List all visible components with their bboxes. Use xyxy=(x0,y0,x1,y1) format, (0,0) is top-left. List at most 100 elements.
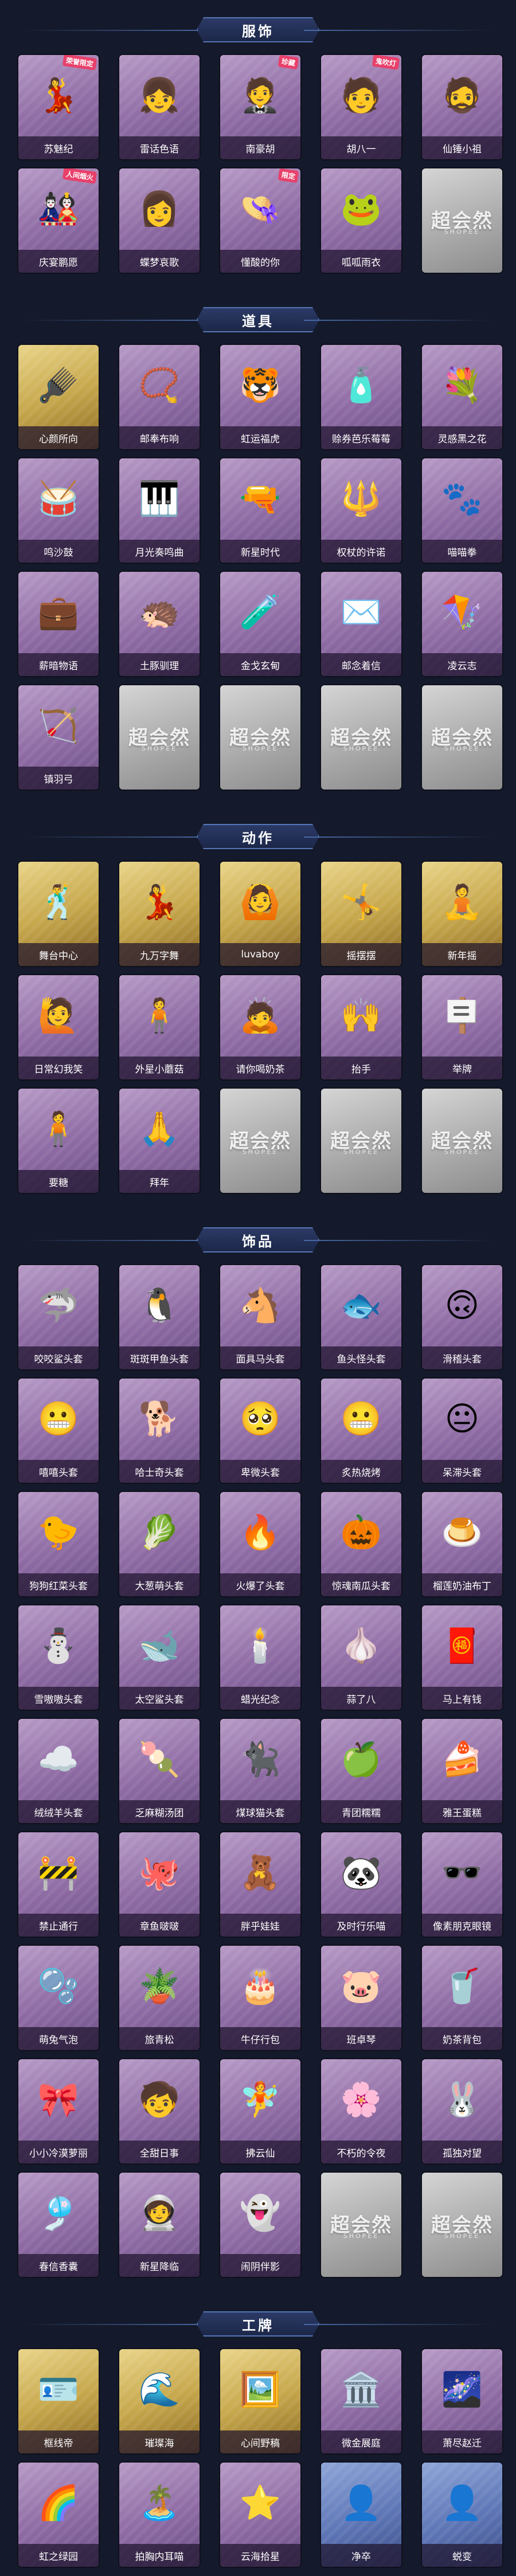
item-card[interactable]: 🪪 框线帝 xyxy=(18,2349,99,2453)
item-card[interactable]: 🥤 奶茶背包 xyxy=(422,1946,502,2050)
item-card[interactable]: 🧑‍🚀 新星降临 xyxy=(119,2173,200,2277)
item-card[interactable]: 🧸 胖乎娃娃 xyxy=(220,1832,300,1937)
item-card[interactable]: 🐟 鱼头怪头套 xyxy=(321,1265,401,1369)
item-card[interactable]: ⛄ 雪嗷嗷头套 xyxy=(18,1605,99,1710)
item-card[interactable]: 🐋 太空鲨头套 xyxy=(119,1605,200,1710)
item-card[interactable]: 🐤 狗狗红菜头套 xyxy=(18,1492,99,1596)
placeholder-card[interactable]: 超会然 SHOPEE xyxy=(321,2173,401,2277)
placeholder-card[interactable]: 超会然 SHOPEE xyxy=(422,168,502,273)
item-card[interactable]: 🫧 萌兔气泡 xyxy=(18,1946,99,2050)
item-card[interactable]: 📿 邮奉布响 xyxy=(119,345,200,449)
item-card[interactable]: ⭐ 云海拾星 xyxy=(220,2463,300,2567)
item-card[interactable]: 👩 蝶梦哀歌 xyxy=(119,168,200,273)
item-card[interactable]: 🪧 举牌 xyxy=(422,975,502,1079)
item-card[interactable]: 🧧 马上有钱 xyxy=(422,1605,502,1710)
placeholder-card[interactable]: 超会然 SHOPEE xyxy=(119,685,200,790)
placeholder-card[interactable]: 超会然 SHOPEE xyxy=(321,685,401,790)
item-card[interactable]: 🧚 拂云仙 xyxy=(220,2059,300,2163)
item-card[interactable]: 🎎 人间烟火 庆宴鹏愿 xyxy=(18,168,99,273)
item-card[interactable]: 🤸 摇摆摆 xyxy=(321,862,401,966)
item-card[interactable]: 👧 雷话色语 xyxy=(119,55,200,159)
item-card[interactable]: 🥬 大葱萌头套 xyxy=(119,1492,200,1596)
item-card[interactable]: 🎐 春信香囊 xyxy=(18,2173,99,2277)
item-card[interactable]: 🧒 全甜日事 xyxy=(119,2059,200,2163)
placeholder-card[interactable]: 超会然 SHOPEE xyxy=(321,1089,401,1193)
placeholder-card[interactable]: 超会然 SHOPEE xyxy=(422,2173,502,2277)
placeholder-card[interactable]: 超会然 SHOPEE xyxy=(220,1089,300,1193)
item-card[interactable]: 🪮 心颜所向 xyxy=(18,345,99,449)
item-card[interactable]: 🐕 哈士奇头套 xyxy=(119,1379,200,1483)
item-card[interactable]: 🪁 凌云志 xyxy=(422,572,502,676)
item-card[interactable]: 🧑 鬼吹灯 胡八一 xyxy=(321,55,401,159)
item-card[interactable]: 🧘 新年摇 xyxy=(422,862,502,966)
item-card[interactable]: 🐰 孤独对望 xyxy=(422,2059,502,2163)
item-card[interactable]: 🎀 小小冷漠萝丽 xyxy=(18,2059,99,2163)
item-card[interactable]: 🍰 雅王蛋糕 xyxy=(422,1719,502,1823)
item-card[interactable]: 🏹 镇羽弓 xyxy=(18,685,99,790)
item-card[interactable]: 🧍 外星小蘑菇 xyxy=(119,975,200,1079)
item-card[interactable]: 🧔 仙锤小祖 xyxy=(422,55,502,159)
item-card[interactable]: 🚧 禁止通行 xyxy=(18,1832,99,1937)
item-card[interactable]: 🌸 不朽的令夜 xyxy=(321,2059,401,2163)
item-card[interactable]: 🕺 舞台中心 xyxy=(18,862,99,966)
item-card[interactable]: 🐼 及时行乐喵 xyxy=(321,1832,401,1937)
item-card[interactable]: 🐈‍⬛ 煤球猫头套 xyxy=(220,1719,300,1823)
item-card[interactable]: 🎹 月光奏鸣曲 xyxy=(119,458,200,563)
item-card[interactable]: 🕶️ 像素朋克眼镜 xyxy=(422,1832,502,1937)
placeholder-card[interactable]: 超会然 SHOPEE xyxy=(220,685,300,790)
item-card[interactable]: 🌌 萧尽赵迁 xyxy=(422,2349,502,2453)
item-card[interactable]: 🤵 珍藏 南豪胡 xyxy=(220,55,300,159)
item-card[interactable]: 🐷 班卓琴 xyxy=(321,1946,401,2050)
item-card[interactable]: 👻 闹阴伴影 xyxy=(220,2173,300,2277)
item-card[interactable]: 🏝️ 拍胸内耳喵 xyxy=(119,2463,200,2567)
item-card[interactable]: 😐 呆滞头套 xyxy=(422,1379,502,1483)
item-card[interactable]: 🐾 喵喵拳 xyxy=(422,458,502,563)
item-card[interactable]: 😬 炙热烧烤 xyxy=(321,1379,401,1483)
item-card[interactable]: 🔱 权杖的许诺 xyxy=(321,458,401,563)
item-card[interactable]: 🎃 惊魂南瓜头套 xyxy=(321,1492,401,1596)
item-card[interactable]: 👒 限定 懂酸的你 xyxy=(220,168,300,273)
item-card[interactable]: 🎂 牛仔行包 xyxy=(220,1946,300,2050)
item-card[interactable]: 🍡 乏麻糊汤团 xyxy=(119,1719,200,1823)
item-card[interactable]: 🏛️ 微金展庭 xyxy=(321,2349,401,2453)
item-card[interactable]: 🙌 抬手 xyxy=(321,975,401,1079)
item-card[interactable]: 🐸 呱呱雨衣 xyxy=(321,168,401,273)
item-card[interactable]: 💐 灵感黑之花 xyxy=(422,345,502,449)
item-card[interactable]: 🦔 土豚驯理 xyxy=(119,572,200,676)
item-card[interactable]: 🖼️ 心间野稿 xyxy=(220,2349,300,2453)
item-card[interactable]: 🧪 金戈玄甸 xyxy=(220,572,300,676)
item-card[interactable]: 🥺 卑微头套 xyxy=(220,1379,300,1483)
item-card[interactable]: 🙇 请你喝奶茶 xyxy=(220,975,300,1079)
item-card[interactable]: 🔫 新星时代 xyxy=(220,458,300,563)
item-card[interactable]: 🐯 虹运福虎 xyxy=(220,345,300,449)
item-card[interactable]: 🐙 章鱼啵啵 xyxy=(119,1832,200,1937)
item-card[interactable]: 🙃 滑稽头套 xyxy=(422,1265,502,1369)
placeholder-card[interactable]: 超会然 SHOPEE xyxy=(422,685,502,790)
item-card[interactable]: 🔥 火爆了头套 xyxy=(220,1492,300,1596)
placeholder-card[interactable]: 超会然 SHOPEE xyxy=(422,1089,502,1193)
item-card[interactable]: 🦈 咬咬鲨头套 xyxy=(18,1265,99,1369)
item-card[interactable]: ✉️ 邮念着信 xyxy=(321,572,401,676)
item-card[interactable]: 🪴 旅青松 xyxy=(119,1946,200,2050)
item-card[interactable]: 🧍 要糖 xyxy=(18,1089,99,1193)
item-card[interactable]: 🧄 蒜了八 xyxy=(321,1605,401,1710)
item-card[interactable]: 🐧 斑斑甲鱼头套 xyxy=(119,1265,200,1369)
item-card[interactable]: 🍮 榴莲奶油布丁 xyxy=(422,1492,502,1596)
item-card[interactable]: 💃 九万字舞 xyxy=(119,862,200,966)
item-card[interactable]: 👤 蜕变 xyxy=(422,2463,502,2567)
item-card[interactable]: 🥁 鸣沙鼓 xyxy=(18,458,99,563)
item-card[interactable]: 😬 嘻嘻头套 xyxy=(18,1379,99,1483)
item-card[interactable]: 💼 薪暗物语 xyxy=(18,572,99,676)
item-card[interactable]: 🌈 虹之绿园 xyxy=(18,2463,99,2567)
item-card[interactable]: 🙋 日常幻我笑 xyxy=(18,975,99,1079)
item-card[interactable]: 🐴 面具马头套 xyxy=(220,1265,300,1369)
item-card[interactable]: 👤 净卒 xyxy=(321,2463,401,2567)
item-card[interactable]: ☁️ 绒绒羊头套 xyxy=(18,1719,99,1823)
item-card[interactable]: 🕯️ 蜡光纪念 xyxy=(220,1605,300,1710)
item-card[interactable]: 🙆 luvaboy xyxy=(220,862,300,966)
item-card[interactable]: 🍏 青团糯糯 xyxy=(321,1719,401,1823)
item-card[interactable]: 🙏 拜年 xyxy=(119,1089,200,1193)
item-card[interactable]: 🧴 赊券芭乐莓莓 xyxy=(321,345,401,449)
item-card[interactable]: 💃 荣誉限定 苏魅纪 xyxy=(18,55,99,159)
item-card[interactable]: 🌊 璀璨海 xyxy=(119,2349,200,2453)
